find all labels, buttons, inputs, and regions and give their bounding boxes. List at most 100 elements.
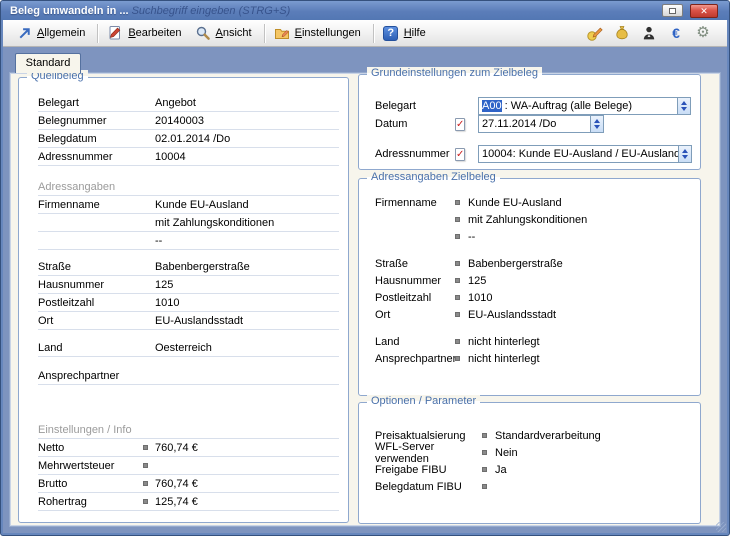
adressnummer-value: 10004: Kunde EU-Ausland / EU-Auslandssta… — [479, 146, 678, 162]
field-label: Firmenname — [38, 199, 155, 211]
field-value: 1010 — [468, 292, 492, 304]
spinner-button[interactable] — [590, 116, 603, 132]
field-value: Babenbergerstraße — [155, 261, 250, 273]
toolbar-label-ansicht: Ansicht — [216, 27, 252, 39]
field-row: mit Zahlungskonditionen — [38, 214, 339, 232]
work-area: Standard Quellbeleg Belegart Angebot Bel… — [3, 47, 727, 533]
groupbox-title: Adressangaben Zielbeleg — [367, 171, 500, 183]
arrow-up-right-icon — [16, 25, 32, 41]
maximize-button[interactable] — [662, 4, 683, 17]
value-marker-icon — [455, 278, 460, 283]
field-row: Straße Babenbergerstraße — [375, 255, 691, 272]
toolbar-label-einstellungen: Einstellungen — [295, 27, 361, 39]
field-value: Oesterreich — [155, 342, 212, 354]
tab-standard[interactable]: Standard — [15, 53, 81, 73]
adressnummer-combobox[interactable]: 10004: Kunde EU-Ausland / EU-Auslandssta… — [478, 145, 692, 163]
close-button[interactable]: ✕ — [690, 4, 718, 18]
datum-field[interactable]: 27.11.2014 /Do — [478, 115, 604, 133]
field-label: Datum — [375, 118, 455, 130]
toolbar-button-allgemein[interactable]: Allgemein — [11, 23, 93, 44]
field-row: Ort EU-Auslandsstadt — [375, 306, 691, 323]
belegart-rest: : WA-Auftrag (alle Belege) — [502, 100, 632, 112]
toolbar-button-einstellungen[interactable]: Einstellungen — [269, 23, 369, 44]
checkbox-checked-icon[interactable]: ✓ — [455, 148, 465, 161]
value-marker-icon — [455, 356, 460, 361]
groupbox-title: Optionen / Parameter — [367, 395, 480, 407]
resize-grip[interactable] — [716, 522, 726, 532]
field-row: Postleitzahl 1010 — [38, 294, 339, 312]
field-row: Straße Babenbergerstraße — [38, 258, 339, 276]
field-row: WFL-Server verwenden Nein — [375, 444, 691, 461]
value-marker-icon — [455, 234, 460, 239]
field-value: Angebot — [155, 97, 196, 109]
field-label: Netto — [38, 442, 143, 454]
field-value: nicht hinterlegt — [468, 336, 540, 348]
datum-value: 27.11.2014 /Do — [479, 116, 590, 132]
field-row: Hausnummer 125 — [375, 272, 691, 289]
section-header: Einstellungen / Info — [38, 424, 132, 436]
section-header-row: Einstellungen / Info — [38, 421, 339, 439]
field-value: Ja — [495, 464, 507, 476]
field-value: Kunde EU-Ausland — [468, 197, 562, 209]
field-value: 20140003 — [155, 115, 204, 127]
field-label: Adressnummer — [38, 151, 155, 163]
toolbar-button-bearbeiten[interactable]: Bearbeiten — [102, 23, 189, 44]
field-row: Belegdatum 02.01.2014 /Do — [38, 130, 339, 148]
field-label: Postleitzahl — [375, 292, 455, 304]
toolbar-separator — [264, 24, 265, 43]
spinner-button[interactable] — [677, 98, 690, 114]
datum-row: Datum ✓ 27.11.2014 /Do — [375, 115, 691, 133]
field-row: Belegdatum FIBU — [375, 478, 691, 495]
field-label: Ort — [38, 315, 155, 327]
field-value: 760,74 € — [155, 442, 198, 454]
field-row: -- — [38, 232, 339, 250]
folder-settings-icon — [274, 25, 290, 41]
belegart-value: A00 : WA-Auftrag (alle Belege) — [479, 98, 677, 114]
field-value: 125,74 € — [155, 496, 198, 508]
contact-person-icon[interactable] — [641, 25, 657, 41]
value-marker-icon — [455, 295, 460, 300]
field-label: Ansprechpartner — [38, 370, 155, 382]
groupbox-title: Grundeinstellungen zum Zielbeleg — [367, 67, 542, 79]
field-row: Land nicht hinterlegt — [375, 333, 691, 350]
magnifier-icon — [195, 25, 211, 41]
main-panel: Quellbeleg Belegart Angebot Belegnummer … — [9, 72, 721, 527]
money-bag-icon[interactable] — [614, 25, 630, 41]
titlebar-search-input[interactable]: Suchbegriff eingeben (STRG+S) — [132, 5, 291, 17]
value-marker-icon — [482, 484, 487, 489]
value-marker-icon — [455, 339, 460, 344]
field-label: Land — [375, 336, 455, 348]
field-value: -- — [468, 231, 475, 243]
field-label: Freigabe FIBU — [375, 464, 482, 476]
euro-icon[interactable]: € — [668, 25, 684, 41]
field-label: Hausnummer — [375, 275, 455, 287]
field-value: nicht hinterlegt — [468, 353, 540, 365]
field-row: Rohertrag 125,74 € — [38, 493, 339, 511]
field-label: Belegdatum — [38, 133, 155, 145]
checkbox-checked-icon[interactable]: ✓ — [455, 118, 465, 131]
toolbar-separator — [97, 24, 98, 43]
value-marker-icon — [143, 481, 148, 486]
field-label: Firmenname — [375, 197, 455, 209]
field-label: Rohertrag — [38, 496, 143, 508]
field-row: Postleitzahl 1010 — [375, 289, 691, 306]
pencil-coin-icon[interactable] — [587, 25, 603, 41]
field-value: Babenbergerstraße — [468, 258, 563, 270]
spinner-button[interactable] — [678, 146, 691, 162]
window-title: Beleg umwandeln in ... — [10, 5, 129, 17]
toolbar-label-allgemein: Allgemein — [37, 27, 85, 39]
value-marker-icon — [143, 463, 148, 468]
toolbar-button-hilfe[interactable]: ? Hilfe — [378, 23, 434, 44]
field-value: 125 — [468, 275, 486, 287]
field-row: Hausnummer 125 — [38, 276, 339, 294]
gear-icon[interactable]: ⚙ — [695, 25, 711, 41]
field-row: Brutto 760,74 € — [38, 475, 339, 493]
value-marker-icon — [455, 200, 460, 205]
belegart-row: Belegart A00 : WA-Auftrag (alle Belege) — [375, 97, 691, 115]
toolbar-button-ansicht[interactable]: Ansicht — [190, 23, 260, 44]
field-label: Ansprechpartner — [375, 353, 455, 365]
belegart-combobox[interactable]: A00 : WA-Auftrag (alle Belege) — [478, 97, 691, 115]
field-value: EU-Auslandsstadt — [468, 309, 556, 321]
field-label: WFL-Server verwenden — [375, 441, 482, 465]
toolbar-separator — [373, 24, 374, 43]
